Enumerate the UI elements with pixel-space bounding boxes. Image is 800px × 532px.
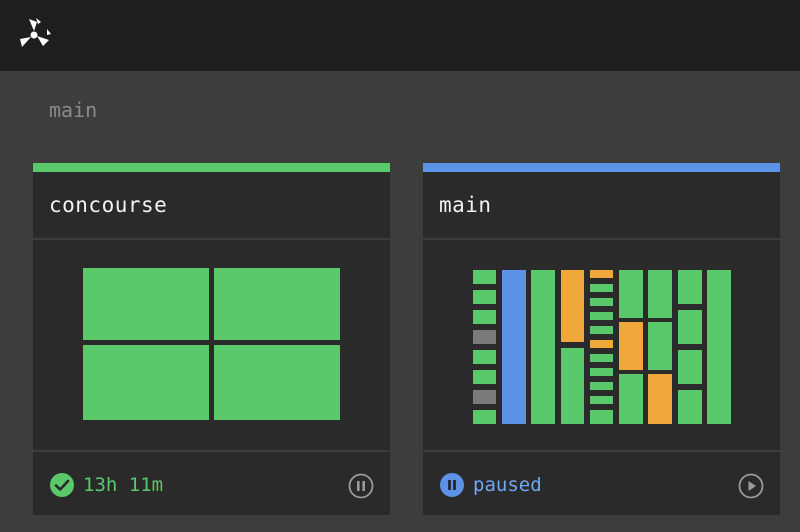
job-box[interactable] [648, 270, 672, 318]
pipeline-preview[interactable] [33, 240, 390, 450]
job-box[interactable] [214, 345, 340, 420]
job-box[interactable] [590, 326, 613, 334]
pause-icon[interactable] [348, 473, 374, 499]
job-box[interactable] [707, 270, 731, 424]
job-box[interactable] [590, 396, 613, 404]
top-bar [0, 0, 800, 71]
play-icon[interactable] [738, 473, 764, 499]
job-box[interactable] [473, 410, 496, 424]
check-circle-icon [50, 473, 74, 497]
job-box[interactable] [502, 270, 526, 424]
job-box[interactable] [473, 370, 496, 384]
job-box[interactable] [473, 290, 496, 304]
job-box[interactable] [648, 322, 672, 370]
job-box[interactable] [473, 350, 496, 364]
pipeline-status-text: paused [473, 474, 542, 496]
job-box[interactable] [619, 322, 643, 370]
job-box[interactable] [590, 284, 613, 292]
pipeline-footer: paused [423, 452, 780, 515]
job-box[interactable] [83, 268, 209, 340]
pipeline-status-bar [33, 163, 390, 172]
pipeline-name[interactable]: main [439, 193, 492, 217]
pause-circle-icon [440, 473, 464, 497]
job-box[interactable] [590, 340, 613, 348]
job-box[interactable] [678, 310, 702, 344]
job-box[interactable] [619, 270, 643, 318]
job-box[interactable] [473, 330, 496, 344]
pipeline-name[interactable]: concourse [49, 193, 167, 217]
job-box[interactable] [531, 270, 555, 424]
pipeline-status-text: 13h 11m [83, 474, 164, 496]
job-box[interactable] [590, 410, 613, 424]
pipeline-card-main[interactable]: main paused [423, 163, 780, 515]
job-box[interactable] [590, 382, 613, 390]
pipeline-preview[interactable] [423, 240, 780, 450]
job-box[interactable] [590, 312, 613, 320]
job-box[interactable] [473, 270, 496, 284]
job-box[interactable] [561, 270, 584, 342]
pipeline-status-bar [423, 163, 780, 172]
job-box[interactable] [590, 354, 613, 362]
pipeline-footer: 13h 11m [33, 452, 390, 515]
job-box[interactable] [678, 390, 702, 424]
job-box[interactable] [214, 268, 340, 340]
job-box[interactable] [473, 310, 496, 324]
job-box[interactable] [561, 348, 584, 424]
job-box[interactable] [590, 270, 613, 278]
job-box[interactable] [590, 298, 613, 306]
job-box[interactable] [678, 270, 702, 304]
job-box[interactable] [619, 374, 643, 424]
pipeline-card-concourse[interactable]: concourse 13h 11m [33, 163, 390, 515]
job-box[interactable] [590, 368, 613, 376]
job-box[interactable] [83, 345, 209, 420]
job-box[interactable] [473, 390, 496, 404]
job-box[interactable] [648, 374, 672, 424]
concourse-logo-icon[interactable] [14, 14, 54, 54]
team-name: main [49, 98, 98, 122]
job-box[interactable] [678, 350, 702, 384]
